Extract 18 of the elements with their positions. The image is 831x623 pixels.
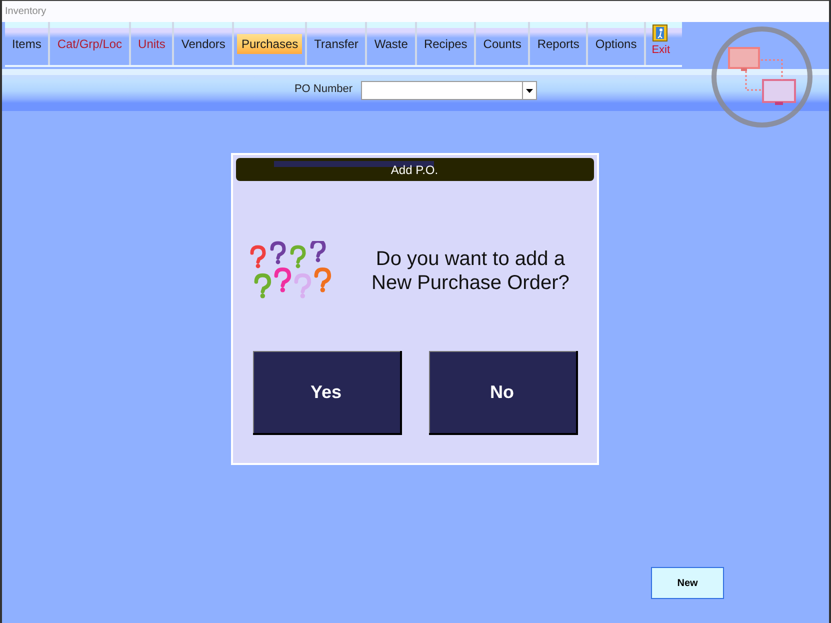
tab[interactable]: Recipes bbox=[416, 22, 476, 65]
new-button[interactable]: New bbox=[651, 567, 724, 599]
tab[interactable]: Waste bbox=[367, 22, 417, 65]
dialog-button[interactable]: Yes bbox=[252, 351, 402, 435]
tab[interactable]: Counts bbox=[476, 22, 530, 65]
tab[interactable]: Transfer bbox=[307, 22, 368, 65]
dialog-message: Do you want to add a New Purchase Order? bbox=[372, 247, 570, 295]
tab[interactable]: Options bbox=[588, 22, 646, 65]
remote-desktop-icon bbox=[709, 24, 815, 130]
tab[interactable]: Reports bbox=[530, 22, 588, 65]
tab[interactable]: Items bbox=[5, 22, 50, 65]
dialog-button[interactable]: No bbox=[428, 351, 578, 435]
window-title: Inventory bbox=[5, 6, 46, 17]
tab[interactable]: Purchases bbox=[234, 22, 308, 65]
po-number-label: PO Number bbox=[294, 83, 353, 95]
door-icon bbox=[652, 24, 668, 42]
dialog-title: Add P.O. bbox=[390, 163, 438, 179]
tab[interactable]: Vendors bbox=[174, 22, 234, 65]
